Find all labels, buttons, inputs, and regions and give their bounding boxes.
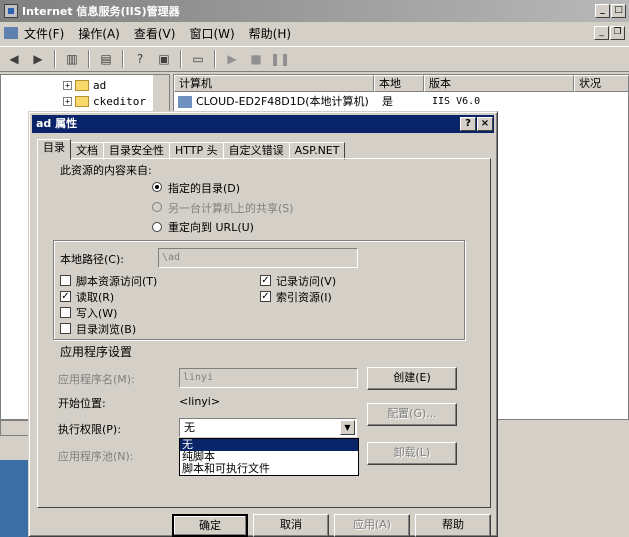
pause-icon[interactable]: ❚❚ <box>270 49 290 69</box>
dialog-help-button[interactable]: ? <box>460 117 476 131</box>
column-header-version[interactable]: 版本 <box>424 75 574 92</box>
window-title: Internet 信息服务(IIS)管理器 <box>22 5 180 18</box>
menu-action[interactable]: 操作(A) <box>78 25 120 42</box>
tree-scrollbar[interactable] <box>153 75 169 115</box>
dialog-title: ad 属性 <box>36 117 78 130</box>
dialog-tabs: 目录 文档 目录安全性 HTTP 头 自定义错误 ASP.NET <box>37 139 346 160</box>
properties-icon[interactable]: ▣ <box>154 49 174 69</box>
apply-button[interactable]: 应用(A) <box>334 514 410 537</box>
folder-icon <box>75 95 89 107</box>
tree-item-label: ad <box>93 78 107 92</box>
cell-computer[interactable]: CLOUD-ED2F48D1D(本地计算机) <box>196 94 369 110</box>
maximize-button[interactable]: □ <box>611 4 626 18</box>
tab-directory[interactable]: 目录 <box>37 139 71 160</box>
folder-icon <box>75 79 89 91</box>
stop-icon[interactable]: ■ <box>246 49 266 69</box>
expand-icon[interactable]: + <box>63 96 72 106</box>
desktop-background <box>0 460 28 537</box>
ok-button[interactable]: 确定 <box>172 514 248 537</box>
cell-version: IIS V6.0 <box>432 96 481 107</box>
menu-bar: 文件(F) 操作(A) 查看(V) 窗口(W) 帮助(H) <box>0 22 629 44</box>
help-button[interactable]: 帮助 <box>415 514 491 537</box>
dialog-titlebar: ad 属性 ? × <box>32 115 494 133</box>
cancel-button[interactable]: 取消 <box>253 514 329 537</box>
menu-view[interactable]: 查看(V) <box>134 25 176 42</box>
minimize-button[interactable]: _ <box>595 4 610 18</box>
option-scripts-executables[interactable]: 脚本和可执行文件 <box>180 463 358 475</box>
toolbar-separator <box>122 50 124 68</box>
column-header-status[interactable]: 状况 <box>574 75 629 92</box>
play-icon[interactable]: ▶ <box>222 49 242 69</box>
toolbar-separator <box>88 50 90 68</box>
menu-window[interactable]: 窗口(W) <box>189 25 234 42</box>
tree-item-label: ckeditor <box>93 94 146 108</box>
computer-icon[interactable]: ▭ <box>188 49 208 69</box>
computer-icon <box>178 96 192 108</box>
exec-permissions-dropdown: 无 纯脚本 脚本和可执行文件 <box>179 438 359 476</box>
cell-local: 是 <box>382 95 393 108</box>
menu-help[interactable]: 帮助(H) <box>249 25 291 42</box>
dialog-close-button[interactable]: × <box>477 117 493 131</box>
forward-arrow-icon[interactable]: ▶ <box>28 49 48 69</box>
toolbar-separator <box>54 50 56 68</box>
export-list-icon[interactable]: ▤ <box>96 49 116 69</box>
mdi-window-icon <box>4 27 18 39</box>
column-header-local[interactable]: 本地 <box>374 75 424 92</box>
column-header-computer[interactable]: 计算机 <box>174 75 374 92</box>
tree-item-ad[interactable]: + ad <box>63 77 106 93</box>
toolbar-separator <box>180 50 182 68</box>
expand-icon[interactable]: + <box>63 80 72 90</box>
iis-app-icon <box>4 4 18 18</box>
back-arrow-icon[interactable]: ◀ <box>4 49 24 69</box>
toolbar: ◀ ▶ ▥ ▤ ? ▣ ▭ ▶ ■ ❚❚ <box>0 46 629 72</box>
tree-item-ckeditor[interactable]: + ckeditor <box>63 93 146 109</box>
show-hide-tree-icon[interactable]: ▥ <box>62 49 82 69</box>
mdi-restore-button[interactable]: ❐ <box>610 26 625 40</box>
menu-file[interactable]: 文件(F) <box>24 25 64 42</box>
help-icon[interactable]: ? <box>130 49 150 69</box>
mdi-minimize-button[interactable]: _ <box>594 26 609 40</box>
main-titlebar: Internet 信息服务(IIS)管理器 _ □ <box>0 0 629 22</box>
toolbar-separator <box>214 50 216 68</box>
